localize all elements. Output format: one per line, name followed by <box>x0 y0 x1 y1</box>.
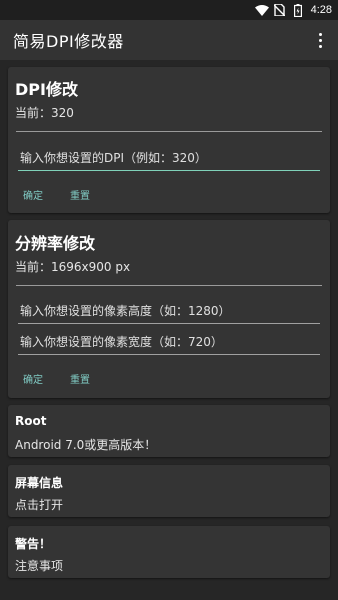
resolution-reset-button[interactable]: 重置 <box>70 371 90 386</box>
width-input-text: 输入你想设置的像素宽度（如：720） <box>20 335 223 349</box>
width-input[interactable]: 输入你想设置的像素宽度（如：720） <box>18 333 320 355</box>
divider <box>16 131 322 132</box>
resolution-card-title: 分辨率修改 <box>15 234 96 253</box>
dpi-input[interactable]: 输入你想设置的DPI（例如：320） <box>18 149 320 171</box>
dpi-reset-button[interactable]: 重置 <box>70 187 90 202</box>
height-input-text: 输入你想设置的像素高度（如：1280） <box>20 304 231 318</box>
root-card-text: Android 7.0或更高版本！ <box>15 438 157 452</box>
root-card-title: Root <box>15 414 47 428</box>
resolution-confirm-button[interactable]: 确定 <box>23 371 43 386</box>
root-card[interactable]: Root Android 7.0或更高版本！ <box>8 405 330 457</box>
app-bar: 简易DPI修改器 <box>0 20 338 60</box>
warning-title: 警告！ <box>15 537 52 551</box>
app-title: 简易DPI修改器 <box>13 32 124 51</box>
more-vert-icon[interactable] <box>312 30 328 50</box>
resolution-card: 分辨率修改 当前：1696x900 px 输入你想设置的像素高度（如：1280）… <box>8 220 330 398</box>
wifi-icon <box>254 4 269 16</box>
screen-info-card[interactable]: 屏幕信息 点击打开 <box>8 465 330 517</box>
status-time: 4:28 <box>310 4 332 16</box>
warning-text: 注意事项 <box>15 559 64 573</box>
divider <box>16 285 322 286</box>
warning-card[interactable]: 警告！ 注意事项 <box>8 526 330 578</box>
status-bar: 4:28 <box>0 0 338 20</box>
battery-icon <box>291 3 305 17</box>
dpi-confirm-button[interactable]: 确定 <box>23 187 43 202</box>
no-sim-icon <box>273 4 287 16</box>
screen-info-title: 屏幕信息 <box>15 476 64 490</box>
dpi-current-value: 当前：320 <box>15 106 74 120</box>
dpi-input-text: 输入你想设置的DPI（例如：320） <box>20 151 207 165</box>
height-input[interactable]: 输入你想设置的像素高度（如：1280） <box>18 302 320 324</box>
dpi-card: DPI修改 当前：320 输入你想设置的DPI（例如：320） 确定 重置 <box>8 67 330 213</box>
screen-info-text: 点击打开 <box>15 498 64 512</box>
resolution-current-value: 当前：1696x900 px <box>15 260 131 274</box>
dpi-card-title: DPI修改 <box>15 80 78 99</box>
